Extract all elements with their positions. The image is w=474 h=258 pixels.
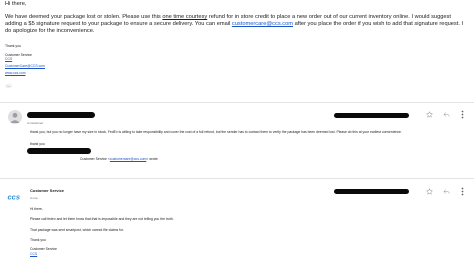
message2-avatar[interactable]	[8, 110, 22, 124]
message2-quote-date-redacted	[27, 148, 91, 154]
svg-text:ccs: ccs	[8, 193, 21, 202]
message3-sender-name: Customer Service	[30, 188, 65, 193]
message2-date-redacted	[334, 113, 409, 118]
message3-star-button[interactable]	[425, 187, 434, 196]
message1-collapsed-content-toggle[interactable]: ...	[5, 84, 12, 89]
message3-thanks: Thank you	[30, 238, 46, 242]
message1-email-link[interactable]: customercare@ccs.com	[232, 21, 293, 27]
message3-reply-button[interactable]	[442, 187, 451, 196]
message2-quote-email-link[interactable]: customercare@ccs.com	[110, 157, 146, 161]
message3-greeting: Hi there,	[30, 207, 43, 211]
message3-body-line1: Please call fedex and let them know that…	[30, 217, 174, 221]
message2-body: thank you, but you no longer have my siz…	[30, 130, 402, 134]
star-icon	[426, 111, 433, 118]
separator-2	[0, 178, 474, 179]
more-vert-icon	[461, 187, 464, 196]
message2-quote-header: Customer Service <customercare@ccs.com> …	[80, 157, 158, 161]
message1-body-text-a: We have deemed your package lost or stol…	[5, 14, 163, 20]
message1-greeting: Hi there,	[5, 1, 27, 7]
message2-thanks: thank you	[30, 142, 45, 146]
message3-body-line2: That package was sent smartpost, which c…	[30, 228, 124, 232]
message2-more-button[interactable]	[458, 110, 467, 119]
message3-more-button[interactable]	[458, 187, 467, 196]
message3-signature-line2[interactable]: CCS	[30, 252, 37, 256]
message1-signature-website[interactable]: www.ccs.com	[5, 71, 26, 75]
message3-recipient-line[interactable]: to me	[30, 196, 38, 200]
message2-sender-redacted	[27, 112, 95, 118]
reply-icon	[443, 112, 450, 117]
message2-recipient-line[interactable]: to Customer	[27, 121, 43, 125]
star-icon	[426, 188, 433, 195]
message2-star-button[interactable]	[425, 110, 434, 119]
message1-signature-email[interactable]: CustomerCare@CCS.com	[5, 64, 45, 68]
message3-sender-logo[interactable]: ccs	[7, 189, 25, 202]
message1-signature-line2[interactable]: CCS	[5, 57, 12, 61]
message3-signature-line1: Customer Service	[30, 247, 57, 251]
message2-quote-prefix: Customer Service <	[80, 157, 110, 161]
message1-body-underline: one time courtesy	[162, 14, 208, 20]
message1-body: We have deemed your package lost or stol…	[5, 14, 469, 36]
separator-1	[0, 102, 474, 103]
reply-icon	[443, 189, 450, 194]
ccs-logo: ccs	[8, 193, 21, 202]
more-vert-icon	[461, 110, 464, 119]
avatar-person-icon	[10, 112, 20, 123]
message2-quote-suffix: > wrote:	[146, 157, 159, 161]
message2-reply-button[interactable]	[442, 110, 451, 119]
message1-thanks: Thank you	[5, 44, 21, 48]
message3-date-redacted	[334, 189, 409, 194]
